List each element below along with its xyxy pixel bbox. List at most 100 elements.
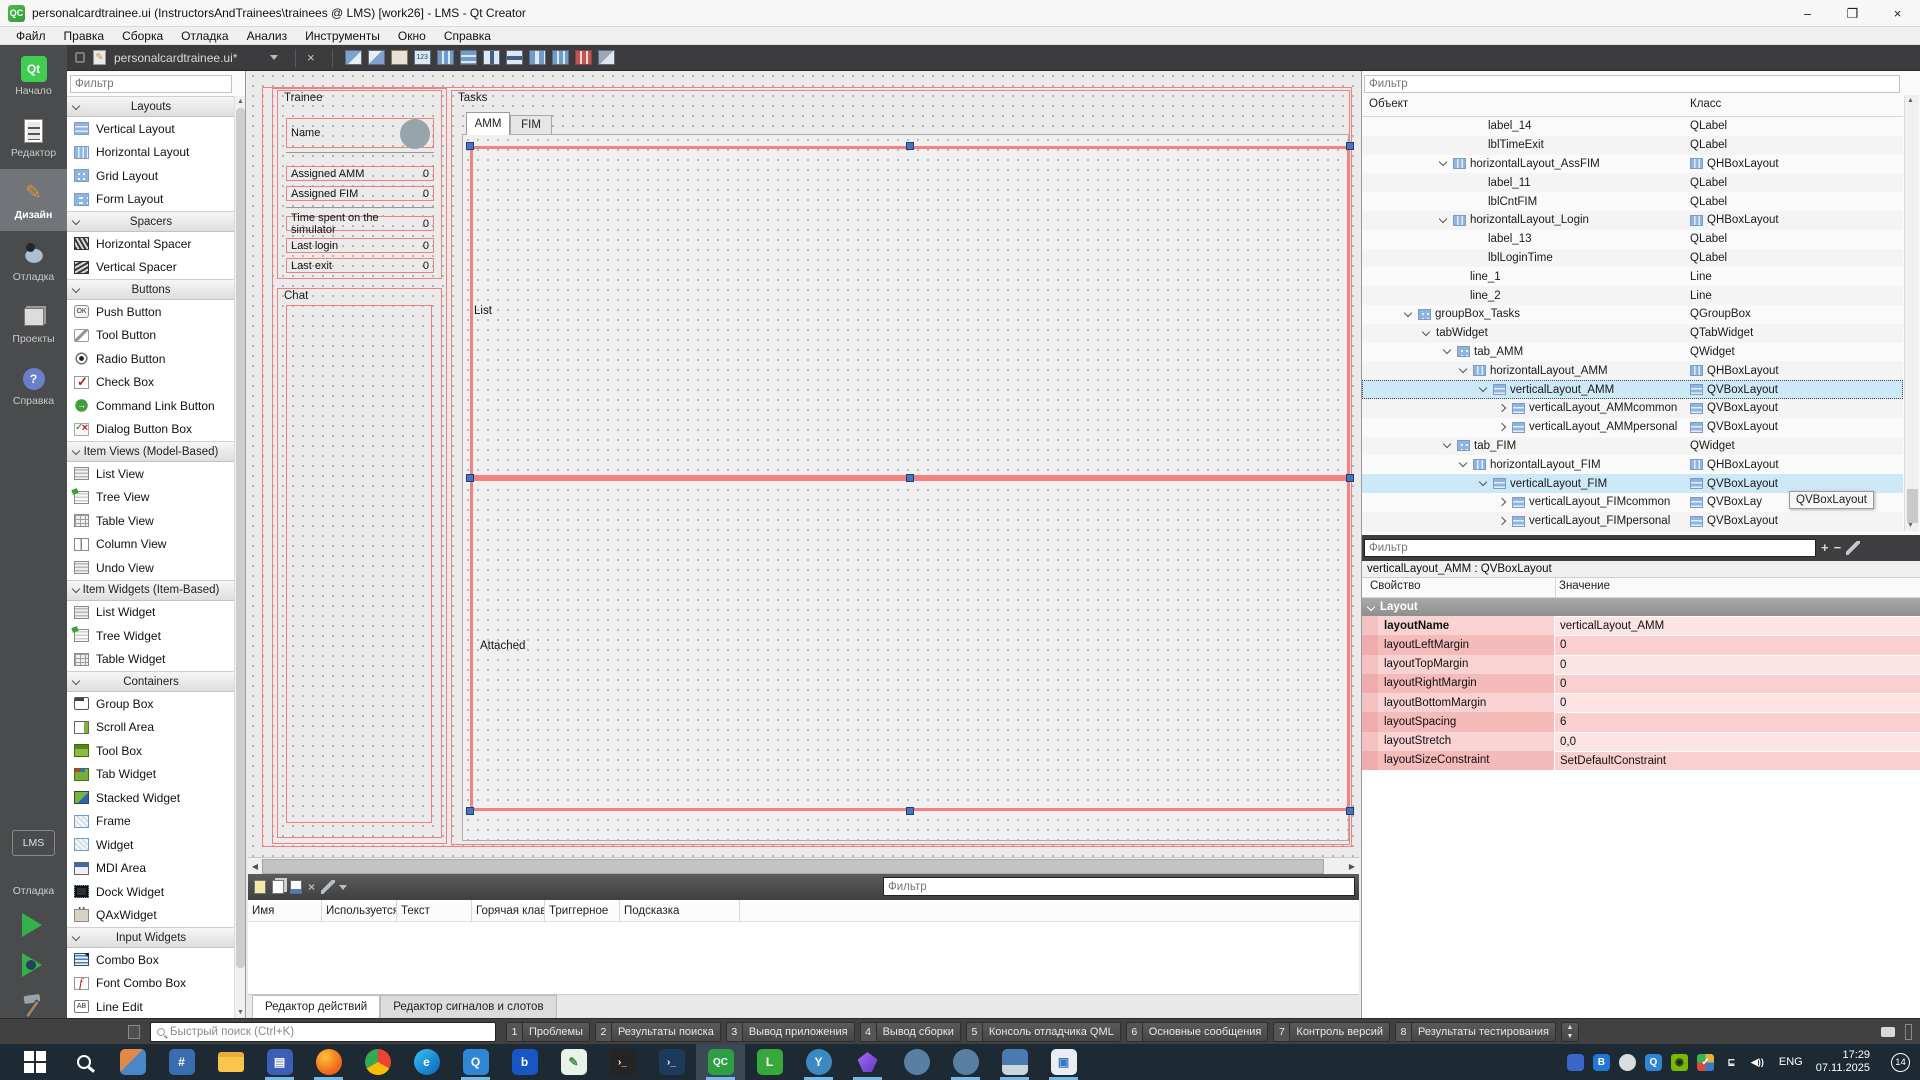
kit-selector[interactable]: LMS <box>12 830 55 856</box>
open-document-selector[interactable]: personalcardtrainee.ui* <box>114 51 262 65</box>
tree-row-lblLoginTime[interactable]: lblLoginTimeQLabel <box>1362 249 1903 268</box>
property-filter-input[interactable] <box>1364 539 1816 557</box>
mode-Редактор[interactable]: Редактор <box>0 107 67 169</box>
volume-icon[interactable]: ◀)) <box>1749 1054 1766 1071</box>
build-button[interactable] <box>18 993 48 1019</box>
start-icon[interactable] <box>10 1044 59 1080</box>
q-tray-icon[interactable]: Q <box>1645 1054 1662 1071</box>
tree-row-lblTimeExit[interactable]: lblTimeExitQLabel <box>1362 136 1903 155</box>
selected-layout-region-attached[interactable] <box>470 478 1350 811</box>
scroll-up-icon[interactable]: ▲ <box>1906 97 1915 104</box>
tree-row-horizontalLayout_Login[interactable]: horizontalLayout_LoginQHBoxLayout <box>1362 211 1903 230</box>
chevron-right-icon[interactable] <box>1498 517 1506 525</box>
chevron-down-icon[interactable] <box>1443 440 1451 448</box>
tree-row-tab_AMM[interactable]: tab_AMMQWidget <box>1362 343 1903 362</box>
widget-item-font-combo-box[interactable]: Font Combo Box <box>67 972 235 996</box>
postgres-icon[interactable] <box>892 1044 941 1080</box>
panel-button-Результаты тестирования[interactable]: 8Результаты тестирования <box>1395 1022 1556 1042</box>
menu-Файл[interactable]: Файл <box>8 28 54 44</box>
selected-layout-region-list[interactable] <box>470 146 1350 478</box>
value-column-header[interactable]: Значение <box>1559 580 1610 592</box>
widget-section-Input Widgets[interactable]: Input Widgets <box>67 927 235 948</box>
search-icon[interactable] <box>59 1044 108 1080</box>
property-value[interactable]: 0 <box>1555 674 1920 693</box>
chevron-down-icon[interactable] <box>1479 478 1487 486</box>
property-row-layoutTopMargin[interactable]: layoutTopMargin0 <box>1362 655 1920 674</box>
chevron-down-icon[interactable] <box>1439 215 1447 223</box>
widget-item-tree-view[interactable]: Tree View <box>67 486 235 510</box>
widget-item-tab-widget[interactable]: Tab Widget <box>67 763 235 787</box>
selection-handle[interactable] <box>906 807 914 815</box>
widget-item-vertical-spacer[interactable]: Vertical Spacer <box>67 256 235 280</box>
widget-item-mdi-area[interactable]: MDI Area <box>67 857 235 881</box>
whiteboard-icon[interactable] <box>108 1044 157 1080</box>
tree-row-line_2[interactable]: line_2Line <box>1362 286 1903 305</box>
lms-icon[interactable]: L <box>745 1044 794 1080</box>
scroll-up-icon[interactable]: ▲ <box>236 98 245 105</box>
chevron-down-icon[interactable] <box>1422 327 1430 335</box>
property-value[interactable]: verticalLayout_AMM <box>1555 616 1920 635</box>
scrollbar-thumb[interactable] <box>1907 489 1918 523</box>
configure-actions-icon[interactable] <box>321 880 335 894</box>
tab-Редактор действий[interactable]: Редактор действий <box>252 995 380 1018</box>
tree-row-groupBox_Tasks[interactable]: groupBox_TasksQGroupBox <box>1362 305 1903 324</box>
column-Подсказка[interactable]: Подсказка <box>620 900 740 922</box>
scrollbar-thumb[interactable] <box>262 859 1324 874</box>
tree-row-tab_FIM[interactable]: tab_FIMQWidget <box>1362 437 1903 456</box>
chevron-down-icon[interactable] <box>1459 365 1467 373</box>
tree-row-label_14[interactable]: label_14QLabel <box>1362 117 1903 136</box>
floppy-app-icon[interactable]: ▤ <box>255 1044 304 1080</box>
tree-row-lblCntFIM[interactable]: lblCntFIMQLabel <box>1362 192 1903 211</box>
class-column-header[interactable]: Класс <box>1690 98 1721 110</box>
tree-row-verticalLayout_AMMpersonal[interactable]: verticalLayout_AMMpersonalQVBoxLayout <box>1362 418 1903 437</box>
obsidian-icon[interactable] <box>843 1044 892 1080</box>
chevron-down-icon[interactable] <box>1479 384 1487 392</box>
property-value[interactable]: 0 <box>1555 655 1920 674</box>
mail-icon[interactable]: b <box>500 1044 549 1080</box>
selection-handle[interactable] <box>466 474 474 482</box>
layout-horizontal-splitter-icon[interactable] <box>483 50 500 65</box>
widget-item-list-view[interactable]: List View <box>67 462 235 486</box>
nvidia-icon[interactable]: ◉ <box>1671 1054 1688 1071</box>
tree-row-verticalLayout_FIMpersonal[interactable]: verticalLayout_FIMpersonalQVBoxLayout <box>1362 512 1903 531</box>
widget-section-Containers[interactable]: Containers <box>67 671 235 692</box>
locator-icon[interactable] <box>128 1025 140 1039</box>
property-row-layoutBottomMargin[interactable]: layoutBottomMargin0 <box>1362 693 1920 712</box>
tree-row-label_13[interactable]: label_13QLabel <box>1362 230 1903 249</box>
q-app-icon[interactable]: Q <box>451 1044 500 1080</box>
property-row-layoutName[interactable]: layoutNameverticalLayout_AMM <box>1362 616 1920 635</box>
widget-section-Buttons[interactable]: Buttons <box>67 279 235 300</box>
run-button[interactable] <box>22 913 42 937</box>
property-value[interactable]: 0,0 <box>1555 732 1920 751</box>
widget-box-scrollbar[interactable]: ▲ ▼ <box>234 96 245 1018</box>
widget-section-Spacers[interactable]: Spacers <box>67 211 235 232</box>
break-layout-icon[interactable] <box>575 50 592 65</box>
layout-grid-icon[interactable] <box>552 50 569 65</box>
menu-Отладка[interactable]: Отладка <box>173 28 236 44</box>
mode-Проекты[interactable]: Проекты <box>0 293 67 355</box>
network-icon[interactable]: ⊑ <box>1723 1054 1740 1071</box>
edit-buddies-icon[interactable] <box>391 50 408 65</box>
widget-item-dialog-button-box[interactable]: Dialog Button Box <box>67 418 235 442</box>
form-editor-canvas[interactable]: Trainee Name Assigned AMM0Assigned FIM0T… <box>248 71 1359 857</box>
mode-Справка[interactable]: ?Справка <box>0 355 67 417</box>
adjust-size-icon[interactable] <box>598 50 615 65</box>
property-row-layoutSpacing[interactable]: layoutSpacing6 <box>1362 712 1920 731</box>
chevron-down-icon[interactable] <box>339 885 347 890</box>
panel-button-Вывод приложения[interactable]: 3Вывод приложения <box>726 1022 855 1042</box>
trainee-row-3[interactable]: Last login0 <box>286 238 434 253</box>
panel-button-Проблемы[interactable]: 1Проблемы <box>506 1022 590 1042</box>
chevron-right-icon[interactable] <box>1498 423 1506 431</box>
menu-Анализ[interactable]: Анализ <box>239 28 296 44</box>
defender-icon[interactable]: ✓ <box>1697 1054 1714 1071</box>
edge-icon[interactable]: e <box>402 1044 451 1080</box>
bluetooth-icon[interactable]: B <box>1593 1054 1610 1071</box>
selection-handle[interactable] <box>906 142 914 150</box>
configure-properties-icon[interactable] <box>1846 541 1860 555</box>
cmd-icon[interactable]: ›_ <box>598 1044 647 1080</box>
tree-row-horizontalLayout_AssFIM[interactable]: horizontalLayout_AssFIMQHBoxLayout <box>1362 155 1903 174</box>
menu-Справка[interactable]: Справка <box>436 28 499 44</box>
selection-handle[interactable] <box>1346 807 1354 815</box>
chevron-down-icon[interactable] <box>1404 309 1412 317</box>
layout-form-icon[interactable] <box>529 50 546 65</box>
